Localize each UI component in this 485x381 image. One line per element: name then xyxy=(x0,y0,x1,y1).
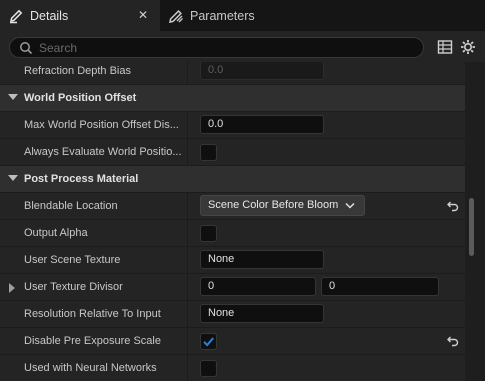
max-wpo-distance-field[interactable]: 0.0 xyxy=(200,115,324,134)
property-label: Used with Neural Networks xyxy=(24,362,157,374)
disable-pre-exposure-checkbox[interactable] xyxy=(200,333,217,350)
row-max-wpo-distance: Max World Position Offset Dis... 0.0 xyxy=(0,112,465,139)
pencil-icon xyxy=(10,9,23,23)
column-divider[interactable] xyxy=(187,247,188,273)
pencil-ruler-icon xyxy=(169,9,183,23)
column-divider[interactable] xyxy=(187,274,188,300)
user-texture-divisor-y-field[interactable]: 0 xyxy=(321,277,439,296)
dropdown-value: Scene Color Before Bloom xyxy=(208,199,339,211)
tab-parameters-label: Parameters xyxy=(190,8,255,23)
row-always-evaluate-wpo: Always Evaluate World Positio... xyxy=(0,139,465,166)
close-icon[interactable]: ✕ xyxy=(138,8,148,22)
table-icon[interactable] xyxy=(437,39,453,55)
row-user-texture-divisor: User Texture Divisor 0 0 xyxy=(0,274,465,301)
column-divider[interactable] xyxy=(187,220,188,246)
row-blendable-location: Blendable Location Scene Color Before Bl… xyxy=(0,193,465,220)
property-label: Blendable Location xyxy=(24,200,118,212)
property-label: User Scene Texture xyxy=(24,254,121,266)
search-icon xyxy=(20,41,33,54)
category-label: World Position Offset xyxy=(24,92,137,104)
category-post-process-material[interactable]: Post Process Material xyxy=(0,166,465,193)
reset-to-default-icon[interactable] xyxy=(446,199,460,213)
tab-parameters[interactable]: Parameters xyxy=(168,0,318,31)
gear-icon[interactable] xyxy=(460,39,476,55)
category-world-position-offset[interactable]: World Position Offset xyxy=(0,85,465,112)
tab-bar: Details ✕ Parameters xyxy=(0,0,485,31)
checkmark-icon xyxy=(203,337,214,347)
property-label: Max World Position Offset Dis... xyxy=(24,119,179,131)
column-divider[interactable] xyxy=(187,112,188,138)
user-scene-texture-field[interactable]: None xyxy=(200,250,324,269)
row-resolution-relative: Resolution Relative To Input None xyxy=(0,301,465,328)
reset-to-default-icon[interactable] xyxy=(446,334,460,348)
details-toolbar xyxy=(0,31,485,62)
column-divider[interactable] xyxy=(187,139,188,165)
column-divider[interactable] xyxy=(187,355,188,381)
scrollbar[interactable] xyxy=(465,62,485,381)
user-texture-divisor-x-field[interactable]: 0 xyxy=(200,277,316,296)
chevron-down-icon xyxy=(345,202,355,209)
expand-arrow-icon[interactable] xyxy=(9,283,15,293)
column-divider[interactable] xyxy=(187,193,188,219)
row-output-alpha: Output Alpha xyxy=(0,220,465,247)
search-input[interactable] xyxy=(39,40,409,55)
collapse-arrow-icon[interactable] xyxy=(8,175,18,181)
property-label: Always Evaluate World Positio... xyxy=(24,146,182,158)
category-label: Post Process Material xyxy=(24,173,139,185)
neural-networks-checkbox[interactable] xyxy=(200,360,217,377)
search-box[interactable] xyxy=(9,37,424,58)
row-disable-pre-exposure: Disable Pre Exposure Scale xyxy=(0,328,465,355)
row-refraction-depth-bias: Refraction Depth Bias 0.0 xyxy=(0,62,465,85)
column-divider[interactable] xyxy=(187,301,188,327)
output-alpha-checkbox[interactable] xyxy=(200,225,217,242)
blendable-location-dropdown[interactable]: Scene Color Before Bloom xyxy=(200,195,365,216)
details-panel: Refraction Depth Bias 0.0 World Position… xyxy=(0,62,465,381)
tab-details-label: Details xyxy=(30,8,69,23)
row-user-scene-texture: User Scene Texture None xyxy=(0,247,465,274)
resolution-relative-field[interactable]: None xyxy=(200,304,324,323)
column-divider[interactable] xyxy=(187,328,188,354)
refraction-depth-bias-field: 0.0 xyxy=(200,62,324,80)
collapse-arrow-icon[interactable] xyxy=(8,94,18,100)
property-label: User Texture Divisor xyxy=(24,281,123,293)
property-label: Output Alpha xyxy=(24,227,88,239)
always-evaluate-wpo-checkbox[interactable] xyxy=(200,144,217,161)
property-label: Disable Pre Exposure Scale xyxy=(24,335,161,347)
tab-details[interactable]: Details ✕ xyxy=(0,0,160,31)
property-label: Refraction Depth Bias xyxy=(24,65,131,77)
row-neural-networks: Used with Neural Networks xyxy=(0,355,465,381)
scrollbar-thumb[interactable] xyxy=(469,198,474,256)
column-divider[interactable] xyxy=(187,62,188,84)
property-label: Resolution Relative To Input xyxy=(24,308,161,320)
